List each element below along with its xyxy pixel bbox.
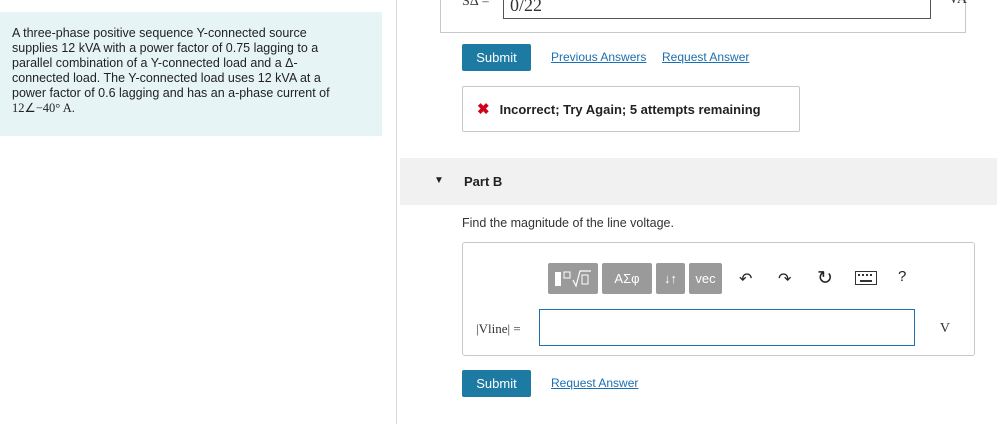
part-a-answer-value: 0/22 [510, 0, 543, 15]
part-b-question: Find the magnitude of the line voltage. [462, 216, 674, 230]
problem-line: A three-phase positive sequence Y-connec… [12, 26, 307, 40]
problem-line: power factor of 0.6 lagging and has an a… [12, 86, 330, 100]
line-voltage-input[interactable] [539, 309, 915, 346]
part-a-answer-input[interactable]: 0/22 [503, 0, 931, 19]
problem-line: connected load. The Y-connected load use… [12, 71, 321, 85]
redo-icon[interactable]: ↷ [778, 269, 791, 289]
part-b-submit-button[interactable]: Submit [462, 370, 531, 397]
problem-line: parallel combination of a Y-connected lo… [12, 56, 298, 70]
part-a-label: SΔ = [462, 0, 490, 9]
column-divider [396, 0, 397, 424]
feedback-text: Incorrect; Try Again; 5 attempts remaini… [499, 101, 761, 117]
part-b-title: Part B [464, 174, 503, 189]
part-a-request-answer-link[interactable]: Request Answer [662, 50, 749, 64]
keyboard-icon[interactable] [855, 271, 877, 290]
greek-symbols-button[interactable]: ΑΣφ [602, 263, 652, 294]
part-a-answer-row: SΔ = 0/22 VA [440, 0, 997, 36]
vec-button[interactable]: vec [689, 263, 722, 294]
reset-icon[interactable]: ↻ [817, 267, 833, 290]
part-b-header[interactable]: ▼ Part B [400, 158, 997, 205]
part-a-unit: VA [949, 0, 967, 8]
part-b-answer-panel: ΑΣφ ↓↑ vec ↶ ↷ ↻ ? |Vline| = V [462, 242, 975, 356]
previous-answers-link[interactable]: Previous Answers [551, 50, 646, 64]
x-mark-icon: ✖ [477, 101, 490, 118]
undo-icon[interactable]: ↶ [739, 269, 752, 289]
problem-line: 12∠−40° A. [12, 101, 75, 115]
part-a-submit-button[interactable]: Submit [462, 44, 531, 71]
problem-statement: A three-phase positive sequence Y-connec… [0, 12, 382, 136]
help-icon[interactable]: ? [898, 268, 906, 285]
template-radical-icon [555, 269, 591, 288]
vline-label: |Vline| = [476, 321, 521, 336]
sort-arrows-icon[interactable]: ↓↑ [656, 263, 685, 294]
templates-button[interactable] [548, 263, 598, 294]
feedback-message: ✖ Incorrect; Try Again; 5 attempts remai… [462, 86, 800, 132]
collapse-triangle-icon[interactable]: ▼ [434, 175, 444, 186]
part-b-unit: V [939, 321, 950, 336]
math-toolbar: ΑΣφ ↓↑ vec [548, 263, 726, 294]
part-b-request-answer-link[interactable]: Request Answer [551, 376, 638, 390]
problem-line: supplies 12 kVA with a power factor of 0… [12, 41, 319, 55]
